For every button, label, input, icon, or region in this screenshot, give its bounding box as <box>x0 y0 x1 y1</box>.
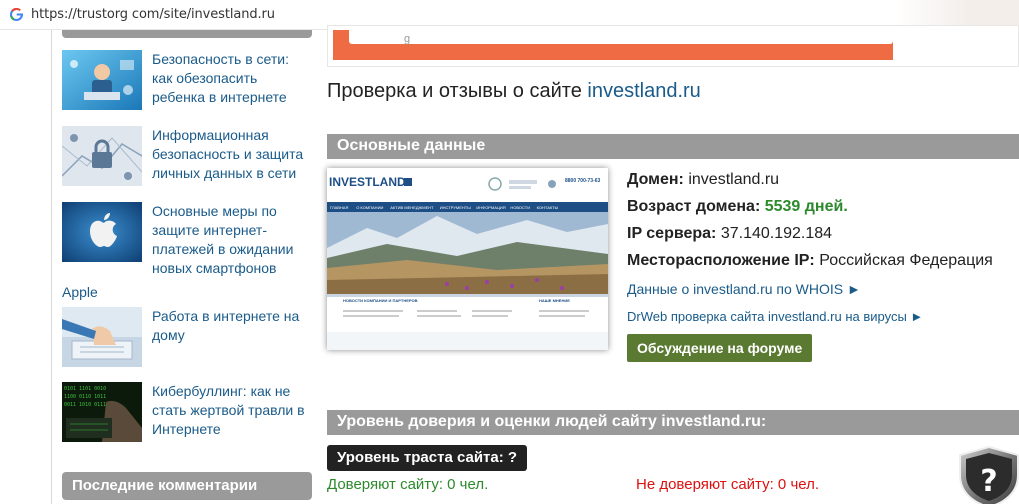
svg-text:0011 1010 0111: 0011 1010 0111 <box>64 402 106 408</box>
child-laptop-thumbnail[interactable] <box>62 50 142 110</box>
google-g-icon <box>9 8 23 22</box>
page-title-prefix: Проверка и отзывы о сайте <box>327 80 588 102</box>
basic-data-heading: Основные данные <box>327 134 1019 159</box>
trust-positive-count: Доверяют сайту: 0 чел. <box>327 476 489 493</box>
shield-glyph: ? <box>980 464 997 499</box>
svg-text:0101 1101 0010: 0101 1101 0010 <box>64 386 106 392</box>
server-ip-row: IP сервера: 37.140.192.184 <box>627 225 832 243</box>
trust-heading: Уровень доверия и оценки людей сайту inv… <box>327 410 1019 435</box>
screenshot-nav-item: КОНТАКТЫ <box>537 205 559 210</box>
screenshot-logo: INVESTLAND <box>329 175 406 189</box>
domain-age-value: 5539 дней. <box>764 198 848 215</box>
screenshot-phone: 8800 700-73-63 <box>565 178 601 184</box>
screenshot-nav-item: ИНСТРУМЕНТЫ <box>440 205 471 210</box>
url-text[interactable]: https://trustorg com/site/investland.ru <box>31 7 275 22</box>
screenshot-nav-item: ГЛАВНАЯ <box>330 205 348 210</box>
page-title: Проверка и отзывы о сайте investland.ru <box>327 80 701 103</box>
apple-logo-thumbnail[interactable] <box>62 202 142 262</box>
screenshot-side-label: НАШЕ МНЕНИЕ <box>539 298 570 303</box>
whois-link[interactable]: Данные о investland.ru по WHOIS ► <box>627 281 861 297</box>
screenshot-nav-item: О КОМПАНИИ <box>356 205 383 210</box>
padlock-network-thumbnail[interactable] <box>62 126 142 186</box>
sidebar-top-bar <box>62 30 312 38</box>
screenshot-nav-item: ИНФОРМАЦИЯ <box>476 205 505 210</box>
sidebar-article-title-tail[interactable]: Apple <box>62 284 98 300</box>
hands-keyboard-thumbnail[interactable] <box>62 307 142 367</box>
server-ip-label: IP сервера: <box>627 225 717 242</box>
ip-location-row: Месторасположение IP: Российская Федерац… <box>627 252 993 270</box>
trust-negative-count: Не доверяют сайту: 0 чел. <box>636 476 820 493</box>
sidebar: Безопасность в сети: как обезопасить реб… <box>62 30 312 504</box>
trust-level-badge: Уровень траста сайта: ? <box>327 445 528 471</box>
ip-location-value: Российская Федерация <box>819 252 993 269</box>
code-keyboard-thumbnail[interactable]: 0101 1101 0010 1100 0110 1011 0011 1010 … <box>62 382 142 442</box>
search-input[interactable] <box>349 30 893 44</box>
domain-age-row: Возраст домена: 5539 дней. <box>627 198 848 216</box>
sidebar-article-title[interactable]: Безопасность в сети: как обезопасить реб… <box>152 50 312 107</box>
screenshot-nav-item: НОВОСТИ <box>510 205 530 210</box>
domain-row: Домен: investland.ru <box>627 171 779 189</box>
sidebar-article-title[interactable]: Работа в интернете на дому <box>152 307 312 345</box>
search-input-text: g <box>404 33 411 45</box>
left-divider <box>51 30 52 504</box>
svg-text:1100 0110 1011: 1100 0110 1011 <box>64 394 106 400</box>
page-title-domain[interactable]: investland.ru <box>587 80 700 102</box>
recent-comments-heading: Последние комментарии <box>62 472 312 500</box>
domain-label: Домен: <box>627 171 684 188</box>
domain-value: investland.ru <box>688 171 780 188</box>
trust-shield-icon: ? <box>958 445 1019 504</box>
sidebar-article-title[interactable]: Кибербуллинг: как не стать жертвой травл… <box>152 382 312 439</box>
site-screenshot[interactable]: INVESTLAND 8800 700-73-63 ГЛАВНАЯ О КОМПА… <box>327 168 608 350</box>
domain-age-label: Возраст домена: <box>627 198 761 215</box>
server-ip-value: 37.140.192.184 <box>720 225 833 242</box>
drweb-link[interactable]: DrWeb проверка сайта investland.ru на ви… <box>627 309 923 324</box>
ip-location-label: Месторасположение IP: <box>627 252 815 269</box>
forum-discussion-button[interactable]: Обсуждение на форуме <box>627 334 813 362</box>
sidebar-article-title[interactable]: Основные меры по защите интернет-платеже… <box>152 202 312 278</box>
sidebar-article-title[interactable]: Информационная безопасность и защита лич… <box>152 126 312 183</box>
screenshot-news-label: НОВОСТИ КОМПАНИИ И ПАРТНЕРОВ <box>343 298 418 303</box>
screenshot-nav-item: АКТИВ МЕНЕДЖМЕНТ <box>390 205 434 210</box>
